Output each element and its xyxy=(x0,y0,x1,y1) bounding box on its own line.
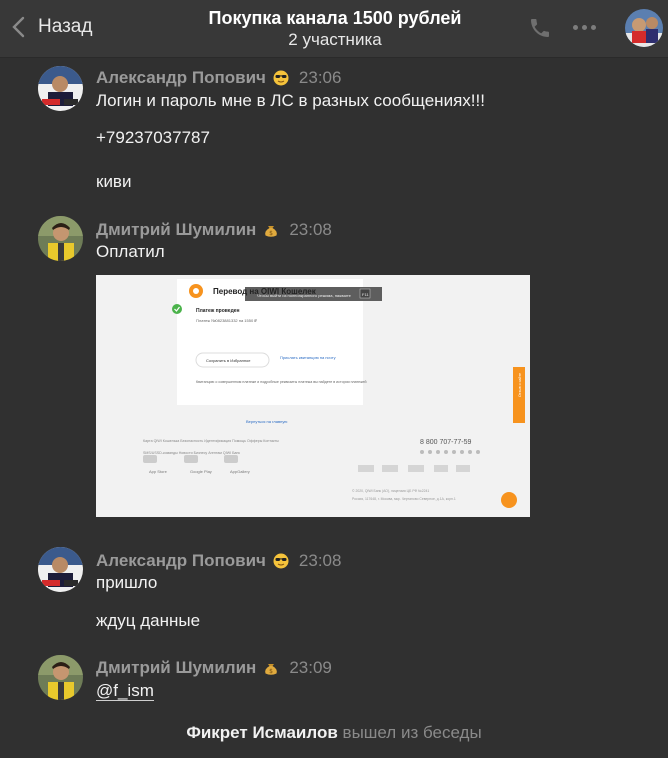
money-bag-emoji-icon: $ xyxy=(265,226,278,237)
message-text: ждуц данные xyxy=(96,611,201,630)
svg-text:$: $ xyxy=(269,230,273,237)
sunglasses-emoji-icon xyxy=(273,70,289,86)
message-text: +79237037787 xyxy=(96,128,210,147)
system-event-user[interactable]: Фикрет Исмаилов xyxy=(186,723,337,742)
message-time: 23:06 xyxy=(298,68,342,87)
avatar[interactable] xyxy=(38,66,83,111)
message-time: 23:08 xyxy=(289,220,332,239)
avatar[interactable] xyxy=(38,655,83,700)
image-attachment[interactable]: Перевод на QIWI Кошелек Чтобы выйти из п… xyxy=(96,275,530,517)
author-name[interactable]: Александр Попович xyxy=(96,551,266,571)
participants-count: 2 участника xyxy=(288,30,382,49)
back-button[interactable]: Назад xyxy=(10,12,92,42)
message-header: Александр Попович 23:08 xyxy=(96,550,341,572)
mention-link[interactable]: @f_ism xyxy=(96,681,154,701)
qiwi-status: Платеж проведен xyxy=(196,308,240,314)
chevron-left-icon xyxy=(12,16,25,38)
message-text: пришло xyxy=(96,573,158,592)
author-name[interactable]: Александр Попович xyxy=(96,68,266,88)
message-header: Дмитрий Шумилин $ 23:09 xyxy=(96,657,332,679)
message-header: Дмитрий Шумилин $ 23:08 xyxy=(96,219,332,241)
message-time: 23:08 xyxy=(298,551,342,570)
money-bag-emoji-icon: $ xyxy=(265,664,278,675)
qiwi-tooltip-key: F11 xyxy=(362,292,369,297)
qiwi-receipt-image: Перевод на QIWI Кошелек Чтобы выйти из п… xyxy=(96,275,530,517)
message-time: 23:09 xyxy=(289,658,332,677)
qiwi-appgallery: AppGallery xyxy=(230,469,250,474)
avatar[interactable] xyxy=(38,547,83,592)
author-name[interactable]: Дмитрий Шумилин xyxy=(96,658,256,678)
qiwi-app-store: App Store xyxy=(149,469,168,474)
qiwi-save-button: Сохранить в Избранное xyxy=(206,358,251,363)
system-event-action: вышел из беседы xyxy=(342,723,482,742)
chat-title-block[interactable]: Покупка канала 1500 рублей 2 участника xyxy=(160,7,510,51)
message-text: киви xyxy=(96,172,132,191)
phone-icon[interactable] xyxy=(528,16,552,40)
message-text: Логин и пароль мне в ЛС в разных сообщен… xyxy=(96,91,485,110)
back-label: Назад xyxy=(38,16,93,37)
qiwi-google-play: Google Play xyxy=(190,469,212,474)
message-text: @f_ism xyxy=(96,680,154,702)
sunglasses-emoji-icon xyxy=(273,553,289,569)
qiwi-copyright: © 2020, QIWI Банк (АО), лицензия ЦБ РФ №… xyxy=(352,489,429,493)
qiwi-send-receipt: Прислать квитанцию на почту xyxy=(280,355,336,360)
qiwi-address: Россия, 117648, г. Москва, мкр. Чертанов… xyxy=(352,497,456,501)
qiwi-side-tab: Отзыв о сайте xyxy=(518,373,522,397)
qiwi-back-link: Вернуться на главную xyxy=(246,419,287,424)
qiwi-note: Квитанцию о совершенном платеже и подроб… xyxy=(196,380,367,384)
chat-header: Назад Покупка канала 1500 рублей 2 участ… xyxy=(0,0,668,58)
more-icon[interactable] xyxy=(573,25,596,30)
author-name[interactable]: Дмитрий Шумилин xyxy=(96,220,256,240)
avatar[interactable] xyxy=(38,216,83,261)
qiwi-footer-links: Карта QIWI Кошелька Безопасность Идентиф… xyxy=(143,439,279,443)
qiwi-footer-links-2: SMS/USSD-команды Новости Бизнесу Агентам… xyxy=(143,451,240,455)
svg-text:$: $ xyxy=(269,668,273,675)
system-event: Фикрет Исмаилов вышел из беседы xyxy=(0,723,668,743)
message-header: Александр Попович 23:06 xyxy=(96,67,341,89)
chat-title: Покупка канала 1500 рублей xyxy=(208,8,462,28)
message-text: Оплатил xyxy=(96,242,165,261)
qiwi-phone: 8 800 707-77-59 xyxy=(420,439,471,446)
chat-avatar[interactable] xyxy=(625,9,663,47)
qiwi-details: Платеж №0823881332 на 1550 ₽ xyxy=(196,318,257,323)
qiwi-tooltip: Чтобы выйти из полноэкранного режима, на… xyxy=(257,293,352,298)
